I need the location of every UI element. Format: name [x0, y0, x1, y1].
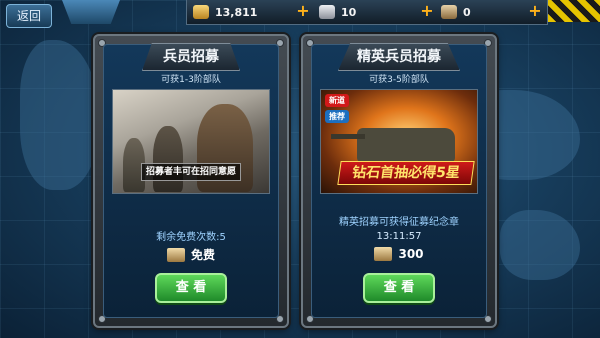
card-subtitle: 可获3-5阶部队	[369, 75, 429, 85]
free-count-text: 剩余免费次数:5	[156, 232, 226, 243]
gold-value: 13,811	[215, 5, 258, 19]
card-title: 兵员招募	[142, 43, 240, 71]
scroll-value: 0	[463, 5, 471, 19]
top-logo-emblem	[62, 0, 120, 24]
view-button[interactable]: 查 看	[363, 273, 435, 303]
scroll-icon	[166, 247, 185, 262]
countdown-timer: 13:11:57	[376, 231, 422, 242]
back-button[interactable]: 返回	[6, 4, 52, 28]
cost-row: 免费	[104, 246, 278, 263]
recruit-card-elite: 精英兵员招募 可获3-5阶部队 新道 推荐 钻石首抽必得5星 精英招募可获得征募…	[301, 34, 497, 328]
add-silver-button[interactable]: +	[419, 3, 435, 19]
cost-value: 300	[398, 247, 424, 261]
add-gold-button[interactable]: +	[295, 3, 311, 19]
elite-info-text: 精英招募可获得征募纪念章	[339, 217, 459, 228]
card-panel: 兵员招募 可获1-3阶部队 招募者丰可在招同意愿 剩余免费次数:5 免费 查 看	[103, 43, 279, 318]
soldier-figure	[153, 126, 183, 192]
view-button[interactable]: 查 看	[155, 273, 227, 303]
card-title: 精英兵员招募	[338, 43, 460, 71]
artwork-caption: 招募者丰可在招同意愿	[141, 163, 241, 181]
elite-badge: 推荐	[325, 110, 349, 123]
cost-row: 300	[312, 247, 486, 261]
tank-figure	[331, 128, 455, 162]
gold-bars-icon	[193, 5, 209, 19]
recruit-card-basic: 兵员招募 可获1-3阶部队 招募者丰可在招同意愿 剩余免费次数:5 免费 查 看	[93, 34, 289, 328]
resource-scroll: 0	[441, 3, 471, 21]
silver-icon	[319, 5, 335, 19]
promo-banner: 钻石首抽必得5星	[337, 161, 475, 185]
card-subtitle: 可获1-3阶部队	[161, 75, 221, 85]
card-panel: 精英兵员招募 可获3-5阶部队 新道 推荐 钻石首抽必得5星 精英招募可获得征募…	[311, 43, 487, 318]
silver-value: 10	[341, 5, 357, 19]
hazard-stripe-decoration	[548, 0, 600, 22]
resource-gold: 13,811	[193, 3, 257, 21]
add-scroll-button[interactable]: +	[527, 3, 543, 19]
soldier-artwork: 招募者丰可在招同意愿	[112, 89, 270, 194]
scroll-icon	[441, 5, 457, 19]
hot-badge: 新道	[325, 94, 349, 107]
cost-label: 免费	[190, 248, 215, 262]
resource-silver: 10	[319, 3, 356, 21]
scroll-icon	[374, 247, 393, 261]
tank-artwork: 新道 推荐 钻石首抽必得5星	[320, 89, 478, 194]
resource-bar: 13,811 + 10 + 0 +	[186, 0, 548, 25]
